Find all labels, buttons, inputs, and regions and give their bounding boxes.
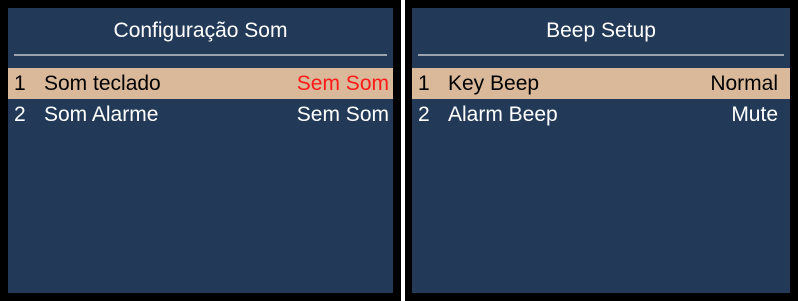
left-screen: Configuração Som 1 Som teclado Sem Som 2… — [8, 8, 393, 293]
menu-item-som-alarme[interactable]: 2 Som Alarme Sem Som — [8, 99, 393, 130]
left-title-divider — [14, 54, 387, 56]
left-screen-title: Configuração Som — [113, 19, 288, 42]
menu-item-label: Som teclado — [44, 72, 161, 95]
menu-item-number: 1 — [418, 72, 430, 95]
menu-item-number: 2 — [418, 103, 430, 126]
menu-item-label: Alarm Beep — [448, 103, 558, 126]
menu-item-som-teclado[interactable]: 1 Som teclado Sem Som — [8, 68, 393, 99]
menu-item-value: Mute — [731, 103, 778, 126]
menu-item-value: Sem Som — [296, 103, 389, 126]
right-device-display: Beep Setup 1 Key Beep Normal 2 Alarm Bee… — [405, 0, 798, 301]
right-screen: Beep Setup 1 Key Beep Normal 2 Alarm Bee… — [412, 8, 790, 293]
menu-item-alarm-beep[interactable]: 2 Alarm Beep Mute — [412, 99, 790, 130]
right-title-divider — [418, 54, 784, 56]
menu-item-number: 1 — [14, 72, 26, 95]
menu-item-value: Normal — [710, 72, 778, 95]
screenshot-stage: Configuração Som 1 Som teclado Sem Som 2… — [0, 0, 798, 301]
menu-item-value: Sem Som — [296, 72, 389, 95]
right-screen-title: Beep Setup — [546, 19, 656, 42]
menu-item-label: Som Alarme — [44, 103, 159, 126]
left-menu: 1 Som teclado Sem Som 2 Som Alarme Sem S… — [8, 68, 393, 130]
left-device-display: Configuração Som 1 Som teclado Sem Som 2… — [0, 0, 401, 301]
menu-item-number: 2 — [14, 103, 26, 126]
menu-item-label: Key Beep — [448, 72, 540, 95]
right-menu: 1 Key Beep Normal 2 Alarm Beep Mute — [412, 68, 790, 130]
menu-item-key-beep[interactable]: 1 Key Beep Normal — [412, 68, 790, 99]
